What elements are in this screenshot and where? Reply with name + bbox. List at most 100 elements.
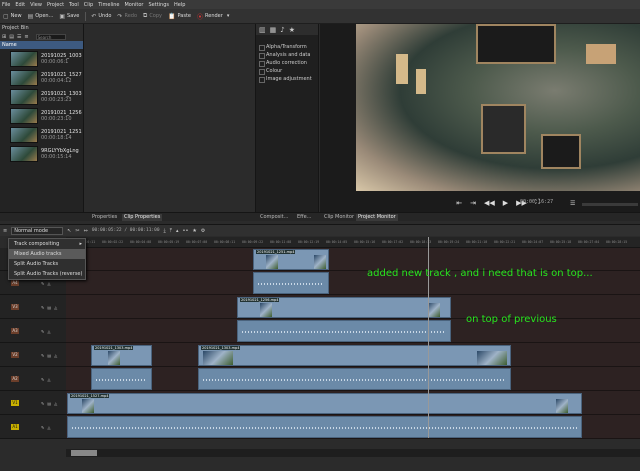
audio-effects-icon[interactable]: ♪	[280, 26, 284, 34]
menu-tool[interactable]: Tool	[69, 2, 79, 8]
edit-icon[interactable]: ✎	[41, 329, 44, 334]
list-item[interactable]: 20191021_1256 00:00:23:10	[0, 107, 83, 125]
menu-help[interactable]: Help	[174, 2, 185, 8]
list-item[interactable]: 9RGLYYbXgLng 00:00:15:14	[0, 145, 83, 163]
save-button[interactable]: ▣ Save	[59, 13, 79, 20]
set-in-icon[interactable]: ⇤	[456, 199, 462, 207]
tab-effects[interactable]: Effe...	[295, 214, 313, 221]
monitor-timecode[interactable]: 00:00:16:27	[520, 199, 553, 205]
effect-category[interactable]: Colour	[256, 67, 318, 75]
mute-icon[interactable]: ◬	[47, 281, 50, 286]
select-tool-icon[interactable]: ↖	[67, 228, 71, 234]
audio-clip[interactable]	[237, 320, 451, 342]
video-clip[interactable]: 20191021_1256.mp4	[237, 297, 451, 318]
audio-clip[interactable]	[91, 368, 152, 390]
play-icon[interactable]: ▶	[503, 199, 508, 207]
track-header-a1[interactable]: A1 ✎ ◬	[0, 416, 66, 439]
track-header-a2[interactable]: A2 ✎ ◬	[0, 368, 66, 391]
list-item[interactable]: 20191021_1303 00:00:23:23	[0, 88, 83, 106]
undo-button[interactable]: ↶ Undo	[91, 13, 111, 20]
spacer-tool-icon[interactable]: ⇔	[84, 228, 88, 234]
set-out-icon[interactable]: ⇥	[470, 199, 476, 207]
video-clip[interactable]: 20191021_1303.mp4	[91, 345, 152, 366]
tab-properties[interactable]: Properties	[90, 214, 119, 221]
audio-clip[interactable]	[198, 368, 511, 390]
scrollbar-thumb[interactable]	[71, 450, 97, 456]
lock-icon[interactable]: ▤	[47, 305, 51, 310]
effect-category[interactable]: Analysis and data	[256, 51, 318, 59]
tab-project-monitor[interactable]: Project Monitor	[356, 214, 398, 221]
mute-icon[interactable]: ◬	[54, 305, 57, 310]
mute-icon[interactable]: ◬	[54, 401, 57, 406]
edit-mode-select[interactable]: Normal mode	[11, 226, 64, 235]
redo-button[interactable]: ↷ Redo	[117, 13, 137, 20]
razor-tool-icon[interactable]: ✂	[75, 228, 79, 234]
track-header-v2[interactable]: V2 ✎ ▤ ◬	[0, 344, 66, 367]
list-item[interactable]: 20191021_1527 00:00:04:12	[0, 69, 83, 87]
edit-icon[interactable]: ✎	[41, 401, 44, 406]
audio-clip[interactable]	[253, 272, 329, 294]
lock-icon[interactable]: ▤	[47, 353, 51, 358]
edit-icon[interactable]: ✎	[41, 425, 44, 430]
track-compositing-icon[interactable]: ≡	[3, 228, 7, 234]
monitor-menu-icon[interactable]: ☰	[570, 200, 575, 207]
timeline-timecode[interactable]: 00:00:05:22 / 00:00:11:00	[92, 228, 160, 233]
menu-icon[interactable]: ≡	[24, 34, 28, 40]
list-item[interactable]: 20191021_1251 00:00:18:14	[0, 126, 83, 144]
menu-item-mixed-audio[interactable]: Mixed Audio tracks	[9, 249, 85, 259]
video-clip[interactable]: 20191021_1303.mp4	[198, 345, 511, 366]
timeline-ruler[interactable]: 00:00:00:11 00:00:02:22 00:00:04:08 00:0…	[66, 237, 640, 248]
menu-item-split-audio[interactable]: Split Audio Tracks	[9, 259, 85, 269]
settings-icon[interactable]: ⚙	[201, 228, 205, 234]
open-button[interactable]: ▤ Open...	[28, 13, 54, 20]
overwrite-icon[interactable]: ⤒	[170, 228, 172, 234]
mute-icon[interactable]: ◬	[47, 425, 50, 430]
marker-icon[interactable]: ★	[192, 228, 196, 234]
video-effects-icon[interactable]: ▥	[259, 26, 266, 34]
menu-settings[interactable]: Settings	[149, 2, 170, 8]
favorite-icon[interactable]: ★	[289, 26, 295, 34]
timeline-scrollbar[interactable]	[66, 449, 640, 457]
menu-monitor[interactable]: Monitor	[124, 2, 143, 8]
tab-composition[interactable]: Composit...	[258, 214, 290, 221]
rewind-icon[interactable]: ◀◀	[484, 199, 495, 207]
audio-clip[interactable]	[67, 416, 582, 438]
render-button[interactable]: ⦿ Render ▾	[197, 12, 229, 21]
insert-icon[interactable]: ⤓	[164, 228, 166, 234]
video-clip[interactable]: 20191021_1527.mp4	[67, 393, 582, 414]
video-clip[interactable]: 20191021_1251.mp4	[253, 249, 329, 270]
mute-icon[interactable]: ◬	[47, 329, 50, 334]
more-icon[interactable]: ••	[183, 228, 189, 234]
menu-clip[interactable]: Clip	[84, 2, 93, 8]
effect-category[interactable]: Alpha/Transform	[256, 43, 318, 51]
menu-view[interactable]: View	[30, 2, 42, 8]
new-button[interactable]: ▢ New	[3, 13, 22, 20]
track-header-v1[interactable]: V1 ✎ ▤ ◬	[0, 392, 66, 415]
edit-icon[interactable]: ✎	[41, 281, 44, 286]
list-view-icon[interactable]: ☰	[17, 34, 21, 40]
tab-clip-properties[interactable]: Clip Properties	[122, 214, 163, 221]
lift-icon[interactable]: ▴	[176, 228, 179, 234]
effect-category[interactable]: Image adjustment	[256, 75, 318, 83]
menu-timeline[interactable]: Timeline	[98, 2, 119, 8]
volume-slider[interactable]	[582, 203, 638, 206]
copy-button[interactable]: ⧉ Copy	[143, 12, 162, 20]
folder-icon[interactable]: ▤	[9, 34, 14, 40]
menu-item-split-audio-reverse[interactable]: Split Audio Tracks (reverse)	[9, 269, 85, 279]
track-header-v3[interactable]: V3 ✎ ▤ ◬	[0, 296, 66, 319]
mute-icon[interactable]: ◬	[54, 353, 57, 358]
film-icon[interactable]: ▦	[270, 26, 277, 34]
add-clip-icon[interactable]: ⊞	[2, 34, 6, 40]
list-item[interactable]: 20191025_1003 00:00:06:1	[0, 50, 83, 68]
edit-icon[interactable]: ✎	[41, 377, 44, 382]
track-header-a3[interactable]: A3 ✎ ◬	[0, 320, 66, 343]
tab-clip-monitor[interactable]: Clip Monitor	[322, 214, 356, 221]
edit-icon[interactable]: ✎	[41, 353, 44, 358]
lock-icon[interactable]: ▤	[47, 401, 51, 406]
video-preview[interactable]	[356, 24, 640, 191]
menu-edit[interactable]: Edit	[15, 2, 25, 8]
paste-button[interactable]: 📋 Paste	[168, 13, 191, 20]
edit-icon[interactable]: ✎	[41, 305, 44, 310]
effect-category[interactable]: Audio correction	[256, 59, 318, 67]
bin-column-header[interactable]: Name	[0, 41, 83, 49]
